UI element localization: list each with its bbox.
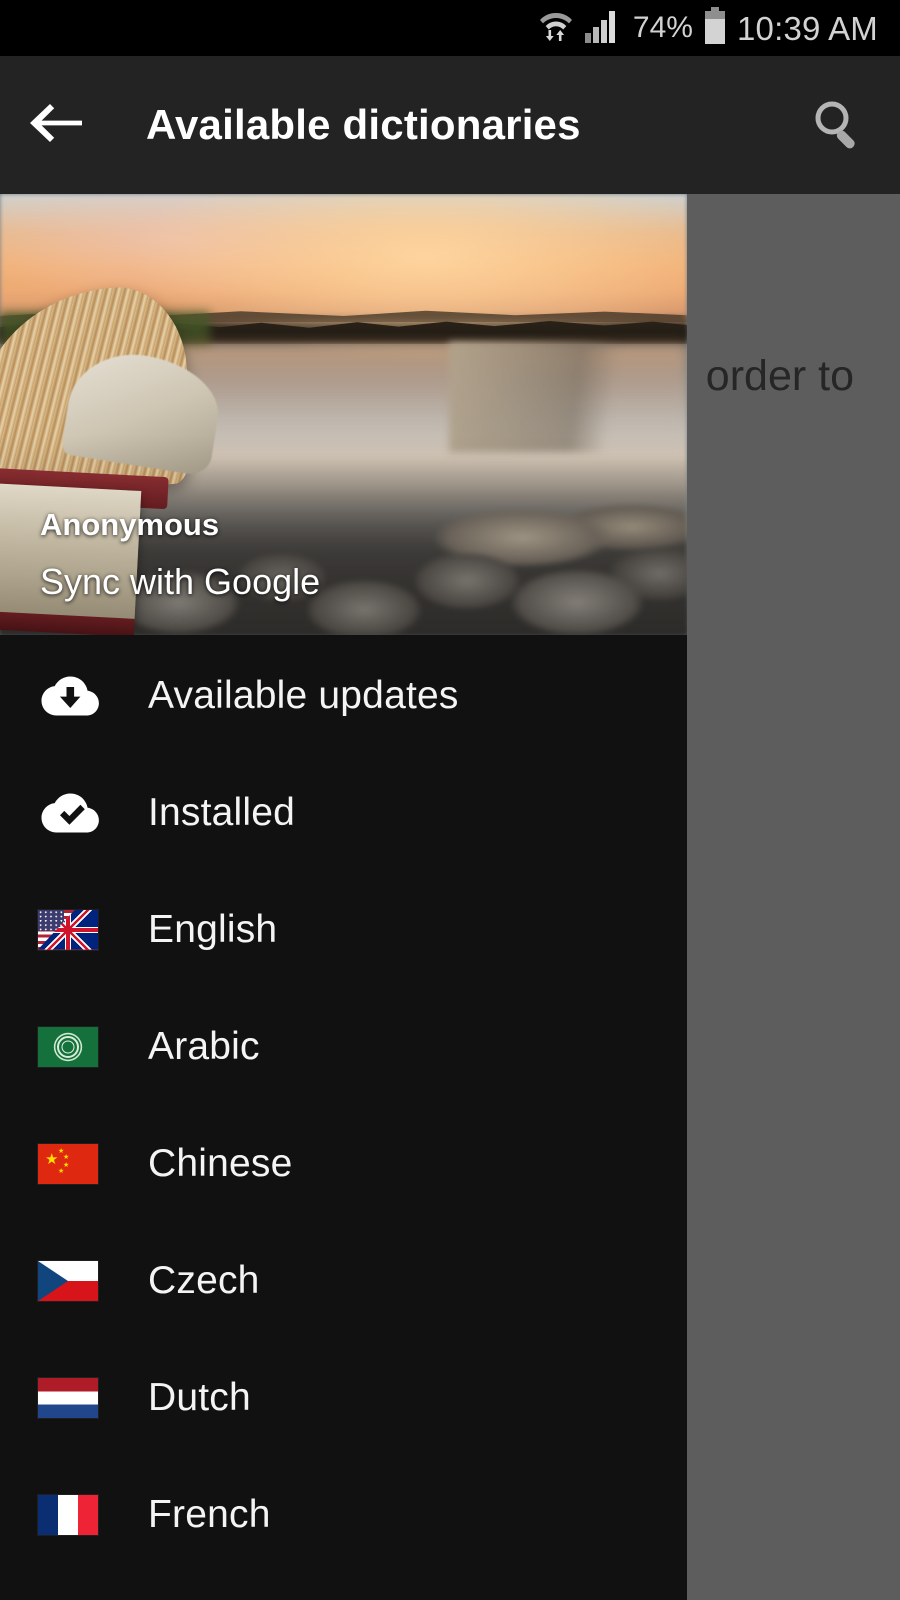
drawer-item-label: Arabic (148, 1024, 260, 1068)
flag-english-icon (38, 906, 100, 954)
drawer-item-dutch[interactable]: Dutch (0, 1339, 687, 1456)
drawer-item-label: Czech (148, 1258, 260, 1302)
drawer-item-chinese[interactable]: ★ ★ ★ ★ ★ Chinese (0, 1105, 687, 1222)
wifi-with-data-arrows-icon (539, 8, 573, 49)
flag-czech-icon (38, 1257, 100, 1305)
flag-chinese-icon: ★ ★ ★ ★ ★ (38, 1140, 100, 1188)
drawer-item-label: Chinese (148, 1141, 293, 1185)
drawer-item-label: French (148, 1492, 271, 1536)
search-icon (809, 95, 865, 156)
cloud-check-icon (38, 789, 100, 837)
drawer-item-label: Available updates (148, 673, 459, 717)
app-toolbar: Available dictionaries (0, 56, 900, 194)
phone-screen: 74% 10:39 AM Available dictionaries orde… (0, 0, 900, 1600)
back-button[interactable] (0, 56, 112, 194)
sync-with-google-label[interactable]: Sync with Google (40, 561, 320, 603)
cellular-signal-icon (584, 8, 622, 49)
battery-percent-label: 74% (632, 11, 693, 44)
drawer-item-french[interactable]: French (0, 1456, 687, 1573)
drawer-item-available-updates[interactable]: Available updates (0, 637, 687, 754)
drawer-item-label: Installed (148, 790, 296, 834)
navigation-drawer: Anonymous Sync with Google Available upd… (0, 194, 687, 1600)
flag-dutch-icon (38, 1374, 100, 1422)
clock-label: 10:39 AM (736, 9, 878, 47)
drawer-item-czech[interactable]: Czech (0, 1222, 687, 1339)
drawer-item-english[interactable]: English (0, 871, 687, 988)
flag-arabic-icon (38, 1023, 100, 1071)
drawer-item-label: Dutch (148, 1375, 251, 1419)
search-button[interactable] (782, 56, 892, 194)
drawer-header[interactable]: Anonymous Sync with Google (0, 194, 687, 635)
battery-icon (704, 6, 726, 50)
status-bar: 74% 10:39 AM (0, 0, 900, 56)
drawer-item-arabic[interactable]: Arabic (0, 988, 687, 1105)
back-arrow-icon (26, 100, 86, 151)
drawer-item-label: English (148, 907, 278, 951)
cloud-download-icon (38, 672, 100, 720)
drawer-item-installed[interactable]: Installed (0, 754, 687, 871)
drawer-item-list: Available updates Installed English Arab… (0, 635, 687, 1573)
account-name: Anonymous (40, 507, 220, 542)
flag-french-icon (38, 1491, 100, 1539)
page-title: Available dictionaries (146, 101, 581, 148)
